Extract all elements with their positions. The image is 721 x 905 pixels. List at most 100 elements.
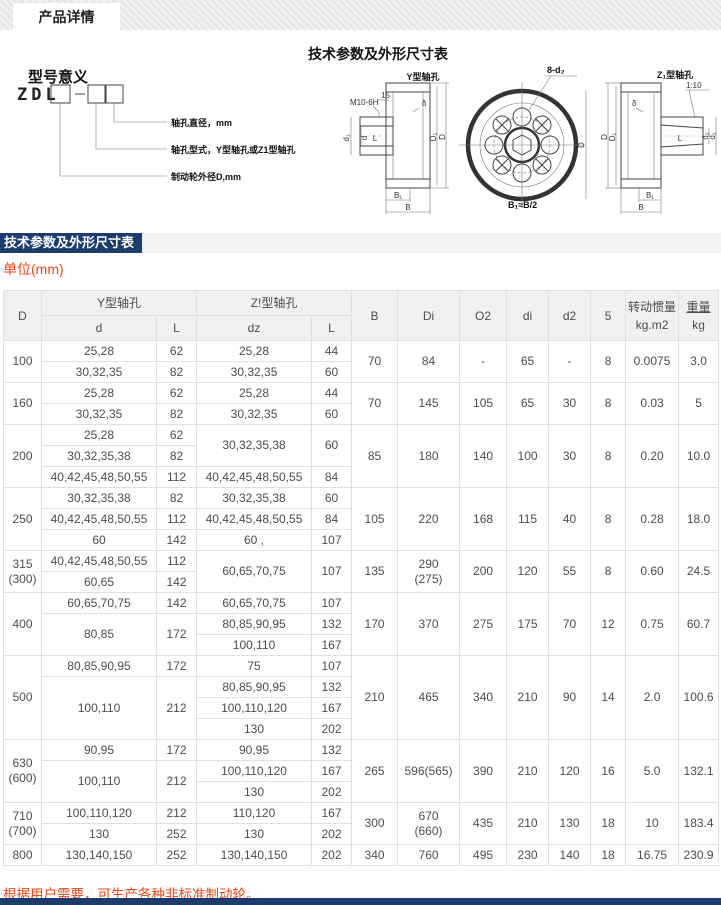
data-cell: 3.0 [679,341,719,383]
dim-Bz: B [638,203,643,212]
data-cell: 340 [460,656,507,740]
data-cell: 115 [507,488,549,551]
data-cell: 0.75 [626,593,679,656]
header-cell: 转动惯量 kg.m2 [626,291,679,341]
data-cell: 60 [42,530,157,551]
data-cell: 132 [312,677,352,698]
data-cell: 62 [157,341,197,362]
dim-D-center: D [577,142,586,148]
callout-8-d2: 8-d₂ [547,65,565,75]
header-row: DY型轴孔Z!型轴孔BDiO2did25转动惯量 kg.m2重量kg [4,291,719,316]
footer-divider [0,898,721,905]
tab-product-detail[interactable]: 产品详情 [13,3,120,30]
data-cell: 100,110,120 [197,698,312,719]
data-cell: 60 , [197,530,312,551]
data-cell: 40,42,45,48,50,55 [197,509,312,530]
params-section-title: 技术参数及外形尺寸表 [0,233,142,253]
data-cell: 172 [157,614,197,656]
data-cell: 202 [312,845,352,866]
data-cell: 400 [4,593,42,656]
data-cell: 40,42,45,48,50,55 [42,551,157,572]
data-cell: 252 [157,845,197,866]
model-code: ZDL [17,85,60,105]
dim-B: B [405,203,410,212]
data-cell: 65 [507,341,549,383]
data-cell: 210 [507,803,549,845]
technical-drawing: Y型轴孔 L d₁ d M10-6H 15 δ D₁ D B₁ B [305,42,721,232]
data-cell: 105 [460,383,507,425]
data-cell: 60,65,70,75 [197,551,312,593]
dim-D: D [438,134,447,140]
data-cell: 210 [507,656,549,740]
data-cell: 132 [312,614,352,635]
data-cell: 100 [507,425,549,488]
data-cell: 130,140,150 [42,845,157,866]
data-cell: 212 [157,803,197,824]
data-cell: 90,95 [197,740,312,761]
data-cell: 120 [549,740,591,803]
data-cell: 90,95 [42,740,157,761]
data-cell: 0.60 [626,551,679,593]
data-cell: 100,110 [42,677,157,740]
data-cell: 112 [157,467,197,488]
header-cell: d2 [549,291,591,341]
data-cell: 250 [4,488,42,551]
data-cell: 370 [398,593,460,656]
header-cell: 重量kg [679,291,719,341]
data-cell: 167 [312,698,352,719]
dim-taper: 1:10 [686,81,702,90]
data-cell: 112 [157,551,197,572]
data-row: 20025,286230,32,35,3860851801401003080.2… [4,425,719,446]
data-cell: 670 (660) [398,803,460,845]
data-cell: 14 [591,656,626,740]
data-cell: 142 [157,530,197,551]
data-cell: 230.9 [679,845,719,866]
data-cell: 60 [312,362,352,383]
data-cell: 495 [460,845,507,866]
data-cell: 18 [591,803,626,845]
data-cell: 80,85,90,95 [197,614,312,635]
data-cell: 82 [157,362,197,383]
data-cell: - [549,341,591,383]
data-cell: 135 [352,551,398,593]
tab-label: 产品详情 [39,7,95,27]
data-cell: 100.6 [679,656,719,740]
params-section-strip: 技术参数及外形尺寸表 [0,233,721,253]
specs-table: DY型轴孔Z!型轴孔BDiO2did25转动惯量 kg.m2重量kgdLdzL … [3,290,719,866]
data-cell: 40,42,45,48,50,55 [197,467,312,488]
tab-bar: 产品详情 [0,0,721,30]
data-cell: 84 [398,341,460,383]
data-cell: 500 [4,656,42,740]
data-cell: 30,32,35 [197,362,312,383]
header-cell: B [352,291,398,341]
data-cell: 25,28 [197,341,312,362]
annotation-bore-type: 轴孔型式，Y型轴孔或Z1型轴孔 [171,144,296,155]
data-cell: 12 [591,593,626,656]
data-cell: 120 [507,551,549,593]
data-cell: 100,110 [42,761,157,803]
data-cell: 435 [460,803,507,845]
data-cell: 82 [157,404,197,425]
data-cell: 70 [352,341,398,383]
data-cell: 82 [157,488,197,509]
header-cell: Z!型轴孔 [197,291,352,316]
data-cell: 25,28 [42,425,157,446]
data-cell: 465 [398,656,460,740]
data-cell: 0.20 [626,425,679,488]
data-cell: 0.0075 [626,341,679,383]
data-cell: 167 [312,803,352,824]
data-cell: 30,32,35 [197,404,312,425]
data-cell: 107 [312,530,352,551]
data-cell: 30 [549,383,591,425]
data-cell: 70 [549,593,591,656]
data-cell: 84 [312,509,352,530]
dim-15: 15 [381,91,390,100]
data-cell: 75 [197,656,312,677]
data-cell: 202 [312,824,352,845]
data-cell: 132.1 [679,740,719,803]
data-cell: 30,32,35,38 [197,488,312,509]
data-cell: 107 [312,593,352,614]
data-cell: 30,32,35 [42,362,157,383]
dim-B1: B₁ [394,191,402,200]
data-cell: 44 [312,383,352,404]
